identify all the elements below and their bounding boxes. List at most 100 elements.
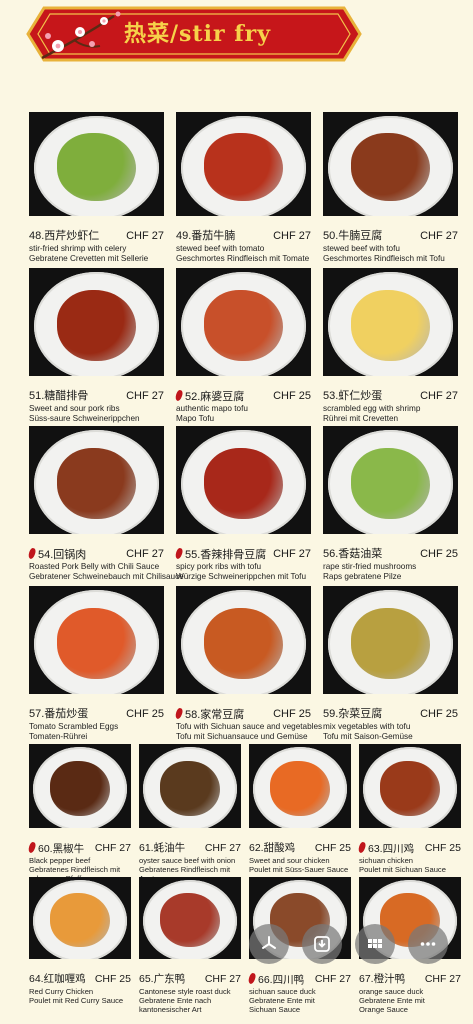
- dish-price: CHF 27: [94, 842, 131, 854]
- dish-food: [159, 893, 220, 948]
- dish-name-text: 65.广东鸭: [139, 973, 186, 985]
- dish-description: Red Curry Chicken Poulet mit Red Curry Sa…: [29, 987, 137, 1005]
- dish-name: 63.四川鸡: [357, 841, 415, 855]
- dish-photo: [323, 268, 458, 376]
- description-line: Süss-saure Schweinerippchen: [29, 413, 140, 423]
- dish-name-text: 66.四川鸭: [258, 974, 305, 986]
- description-line: Gebratene Crevetten mit Sellerie: [29, 253, 149, 263]
- dish-food: [56, 607, 137, 679]
- plate: [34, 272, 159, 376]
- dish-food: [350, 289, 431, 361]
- dish-food: [203, 289, 284, 361]
- dish-title-line: 63.四川鸡 CHF 25: [357, 841, 461, 855]
- description-line: mix vegetables with tofu: [323, 722, 411, 731]
- plate: [328, 430, 453, 534]
- chili-icon: [357, 841, 367, 854]
- dish-name-text: 54.回锅肉: [38, 549, 87, 561]
- dish-price: CHF 25: [314, 842, 351, 854]
- description-line: rape stir-fried mushrooms: [323, 562, 417, 571]
- dish-photo: [176, 268, 311, 376]
- dish-name-text: 50.牛腩豆腐: [323, 230, 383, 242]
- dish-photo: [29, 268, 164, 376]
- page-title: 热菜/stir fry: [124, 21, 272, 47]
- description-line: Raps gebratene Pilze: [323, 571, 402, 581]
- dish-title-line: 59.杂菜豆腐 CHF 25: [323, 708, 458, 720]
- plate: [33, 747, 127, 828]
- dish-description: spicy pork ribs with tofu Würzige Schwein…: [176, 562, 317, 581]
- dish-name-text: 63.四川鸡: [368, 843, 415, 855]
- dish-photo: [139, 877, 241, 959]
- plate: [328, 272, 453, 376]
- dish-title-line: 65.广东鸭 CHF 27: [139, 973, 241, 985]
- dish-price: CHF 25: [420, 708, 458, 720]
- dish-name-text: 59.杂菜豆腐: [323, 708, 383, 720]
- dish-title-line: 60.黑椒牛 CHF 27: [27, 841, 131, 855]
- dish-description: authentic mapo tofu Mapo Tofu: [176, 404, 317, 423]
- dish-photo: [323, 112, 458, 216]
- dish-title-line: 56.香菇油菜 CHF 25: [323, 548, 458, 560]
- dish-name-text: 56.香菇油菜: [323, 548, 383, 560]
- plate: [143, 880, 237, 959]
- dish-price: CHF 27: [420, 390, 458, 402]
- description-line: spicy pork ribs with tofu: [176, 562, 262, 571]
- dish-name-text: 61.蚝油牛: [139, 842, 186, 854]
- dish-description: orange sauce duck Gebratene Ente mit Orang…: [359, 987, 467, 1014]
- more-button[interactable]: [408, 924, 448, 964]
- dish-description: stewed beef with tomato Geschmortes Rindf…: [176, 244, 317, 263]
- dish-description: Tofu with Sichuan sauce and vegetables To…: [176, 722, 322, 741]
- description-line: sichuan chicken: [359, 856, 414, 865]
- dish-title-line: 66.四川鸭 CHF 27: [247, 972, 351, 986]
- description-line: Sweet and sour chicken: [249, 856, 330, 865]
- description-line: Roasted Pork Belly with Chili Sauce: [29, 562, 160, 571]
- dish-food: [203, 447, 284, 519]
- dish-description: stir-fried shrimp with celery Gebratene C…: [29, 244, 170, 263]
- dish-name: 66.四川鸭: [247, 972, 305, 986]
- dish-name-text: 53.虾仁炒蛋: [323, 390, 383, 402]
- dish-photo: [29, 586, 164, 694]
- dish-title-line: 55.香辣排骨豆腐 CHF 27: [174, 547, 311, 561]
- description-line: Geschmortes Rindfleisch mit Tofu: [323, 253, 445, 263]
- dish-title-line: 67.橙汁鸭 CHF 27: [359, 973, 461, 985]
- dish-food: [203, 132, 284, 202]
- download-icon: [313, 935, 331, 953]
- description-line: Gebratene Ente mit: [249, 996, 315, 1005]
- description-line: Gebratenes Rindfleisch mit: [29, 865, 121, 874]
- dish-name-text: 55.香辣排骨豆腐: [185, 549, 267, 561]
- dish-food: [269, 760, 330, 817]
- description-line: Gebratene Ente nach: [139, 996, 212, 1005]
- dish-name: 50.牛腩豆腐: [323, 230, 382, 242]
- description-line: Cantonese style roast duck: [139, 987, 231, 996]
- plate: [181, 116, 306, 216]
- chili-icon: [174, 547, 184, 560]
- dish-photo: [323, 586, 458, 694]
- plate: [181, 590, 306, 694]
- dish-title-line: 58.家常豆腐 CHF 25: [174, 707, 311, 721]
- dish-photo: [29, 877, 131, 959]
- dish-food: [350, 447, 431, 519]
- pinwheel-button[interactable]: [249, 924, 289, 964]
- dish-name: 48.西芹炒虾仁: [29, 230, 99, 242]
- plate: [143, 747, 237, 828]
- dish-price: CHF 25: [94, 973, 131, 985]
- dish-description: stewed beef with tofu Geschmortes Rindfle…: [323, 244, 464, 263]
- dish-price: CHF 27: [424, 973, 461, 985]
- description-line: oyster sauce beef with onion: [139, 856, 236, 865]
- grid-button[interactable]: [355, 924, 395, 964]
- description-line: Gebratene Ente mit: [359, 996, 425, 1005]
- dish-name-text: 52.麻婆豆腐: [185, 391, 245, 403]
- download-button[interactable]: [302, 924, 342, 964]
- plate: [34, 430, 159, 534]
- dish-description: sichuan chicken Poulet mit Sichuan Sauce: [359, 856, 467, 874]
- dish-food: [56, 447, 137, 519]
- dish-description: Cantonese style roast duck Gebratene Ente…: [139, 987, 247, 1014]
- dish-title-line: 51.糖醋排骨 CHF 27: [29, 390, 164, 402]
- dish-title-line: 49.番茄牛腩 CHF 27: [176, 230, 311, 242]
- description-line: Poulet mit Red Curry Sauce: [29, 996, 124, 1005]
- dish-food: [203, 607, 284, 679]
- chili-icon: [27, 841, 37, 854]
- dish-name-text: 64.红咖喱鸡: [29, 973, 86, 985]
- dish-title-line: 62.甜酸鸡 CHF 25: [249, 842, 351, 854]
- dish-title-line: 53.虾仁炒蛋 CHF 27: [323, 390, 458, 402]
- dish-price: CHF 25: [126, 708, 164, 720]
- description-line: Red Curry Chicken: [29, 987, 94, 996]
